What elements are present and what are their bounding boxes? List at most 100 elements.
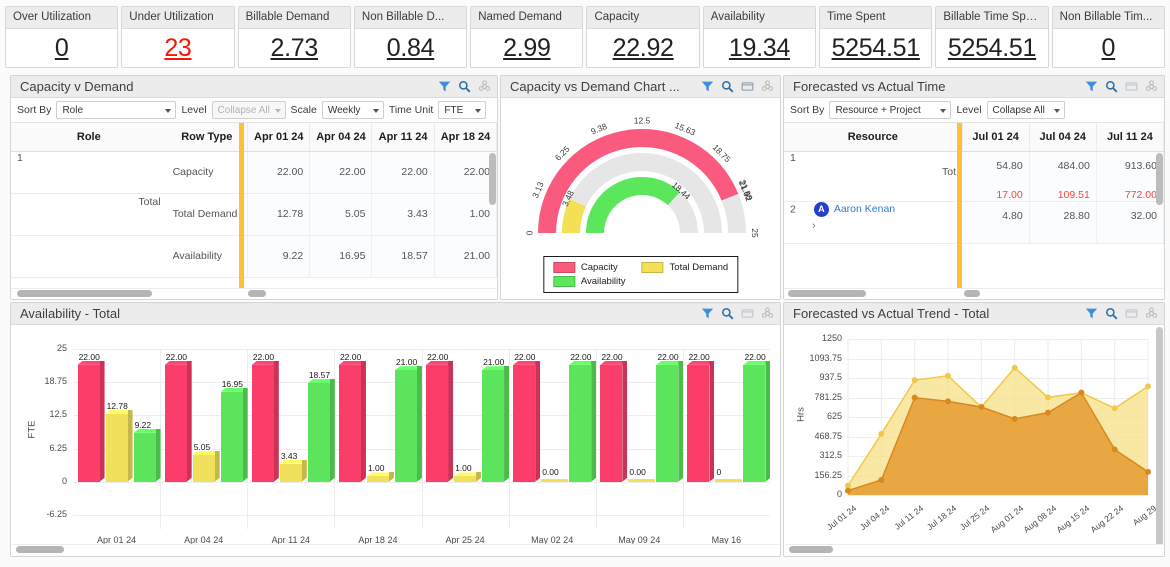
bar[interactable] xyxy=(106,410,133,482)
filter-icon[interactable] xyxy=(1085,80,1098,93)
bar[interactable] xyxy=(367,472,394,481)
column-header[interactable]: Apr 04 24 xyxy=(310,123,372,151)
legend-item[interactable]: Total Demand xyxy=(642,262,729,273)
kpi-value[interactable]: 5254.51 xyxy=(832,36,920,61)
column-header[interactable]: Role xyxy=(11,123,167,151)
column-header[interactable]: Apr 18 24 xyxy=(434,123,496,151)
search-icon[interactable] xyxy=(721,80,734,93)
bar[interactable] xyxy=(252,361,279,482)
data-point[interactable] xyxy=(1112,446,1118,452)
kpi-value[interactable]: 0 xyxy=(1102,36,1116,61)
chart-horizontal-scrollbar[interactable] xyxy=(12,544,779,555)
table-row[interactable]: 1Capacity22.0022.0022.0022.00 xyxy=(11,151,497,193)
data-point[interactable] xyxy=(845,488,851,494)
time-unit-select[interactable]: FTE xyxy=(438,101,486,119)
table-row[interactable]: TotalTotal Demand12.785.053.431.00 xyxy=(11,193,497,235)
bar[interactable] xyxy=(339,361,366,482)
maximize-icon[interactable] xyxy=(1125,307,1138,320)
data-point[interactable] xyxy=(878,477,884,483)
bar[interactable] xyxy=(600,361,627,482)
kpi-value[interactable]: 22.92 xyxy=(613,36,674,61)
bar[interactable] xyxy=(308,379,335,482)
bar[interactable] xyxy=(687,361,714,482)
filter-icon[interactable] xyxy=(701,80,714,93)
filter-icon[interactable] xyxy=(438,80,451,93)
column-header[interactable]: Row Type xyxy=(167,123,248,151)
kpi-value[interactable]: 5254.51 xyxy=(948,36,1036,61)
bar[interactable] xyxy=(454,472,481,481)
forecast-time-grid[interactable]: ResourceJul 01 24Jul 04 24Jul 11 241Tot5… xyxy=(784,123,1164,299)
column-header[interactable]: Jul 04 24 xyxy=(1029,123,1096,151)
sort-by-select[interactable]: Role xyxy=(56,101,176,119)
kpi-value[interactable]: 23 xyxy=(164,36,191,61)
data-point[interactable] xyxy=(878,431,884,437)
resource-entry[interactable]: AAaron Kenan xyxy=(814,203,895,215)
chart-horizontal-scrollbar[interactable] xyxy=(785,544,1163,555)
column-header[interactable]: Apr 01 24 xyxy=(248,123,310,151)
level-select[interactable]: Collapse All xyxy=(987,101,1065,119)
legend-item[interactable]: Availability xyxy=(553,276,626,287)
column-header[interactable]: Resource xyxy=(784,123,962,151)
table-row[interactable]: 1Tot54.8017.00484.00109.51913.60772.00 xyxy=(784,151,1164,201)
bar[interactable] xyxy=(482,366,509,482)
bar[interactable] xyxy=(395,366,422,482)
bar[interactable] xyxy=(715,479,742,482)
data-point[interactable] xyxy=(912,377,918,383)
data-point[interactable] xyxy=(1145,383,1151,389)
kpi-value[interactable]: 2.99 xyxy=(503,36,550,61)
data-point[interactable] xyxy=(945,398,951,404)
data-point[interactable] xyxy=(1012,365,1018,371)
data-point[interactable] xyxy=(978,404,984,410)
sort-by-select[interactable]: Resource + Project xyxy=(829,101,951,119)
scroll-thumb-left[interactable] xyxy=(17,290,152,297)
bar[interactable] xyxy=(628,479,655,482)
filter-icon[interactable] xyxy=(1085,307,1098,320)
data-point[interactable] xyxy=(1145,469,1151,475)
data-point[interactable] xyxy=(1045,394,1051,400)
settings-icon[interactable] xyxy=(1145,307,1158,320)
grid-horizontal-scrollbar[interactable] xyxy=(784,288,1164,299)
bar[interactable] xyxy=(541,479,568,482)
scroll-thumb[interactable] xyxy=(789,546,833,553)
grid-vertical-scrollbar[interactable] xyxy=(1156,153,1163,205)
bar[interactable] xyxy=(569,361,596,482)
legend-item[interactable]: Capacity xyxy=(553,262,626,273)
filter-icon[interactable] xyxy=(701,307,714,320)
kpi-value[interactable]: 19.34 xyxy=(729,36,790,61)
search-icon[interactable] xyxy=(721,307,734,320)
data-point[interactable] xyxy=(1078,390,1084,396)
search-icon[interactable] xyxy=(1105,80,1118,93)
resource-name-link[interactable]: Aaron Kenan xyxy=(834,203,895,215)
table-row[interactable]: 2AAaron Kenan›4.8028.8032.00 xyxy=(784,201,1164,243)
data-point[interactable] xyxy=(1012,416,1018,422)
settings-icon[interactable] xyxy=(1145,80,1158,93)
data-point[interactable] xyxy=(1112,405,1118,411)
scroll-thumb-right[interactable] xyxy=(964,290,980,297)
settings-icon[interactable] xyxy=(761,80,774,93)
column-header[interactable]: Jul 11 24 xyxy=(1096,123,1163,151)
scale-select[interactable]: Weekly xyxy=(322,101,384,119)
level-select[interactable]: Collapse All xyxy=(212,101,286,119)
column-header[interactable]: Apr 11 24 xyxy=(372,123,434,151)
bar[interactable] xyxy=(656,361,683,482)
grid-vertical-scrollbar[interactable] xyxy=(489,153,496,205)
column-freeze-divider[interactable] xyxy=(957,123,962,299)
settings-icon[interactable] xyxy=(761,307,774,320)
kpi-value[interactable]: 0 xyxy=(55,36,69,61)
scroll-thumb[interactable] xyxy=(16,546,64,553)
bar[interactable] xyxy=(513,361,540,482)
scroll-thumb-left[interactable] xyxy=(788,290,866,297)
maximize-icon[interactable] xyxy=(741,307,754,320)
bar[interactable] xyxy=(134,429,161,482)
bar[interactable] xyxy=(221,388,248,482)
maximize-icon[interactable] xyxy=(741,80,754,93)
column-freeze-divider[interactable] xyxy=(239,123,244,299)
bar[interactable] xyxy=(426,361,453,482)
bar[interactable] xyxy=(743,361,770,482)
expand-chevron-icon[interactable]: › xyxy=(790,220,956,232)
settings-icon[interactable] xyxy=(478,80,491,93)
data-point[interactable] xyxy=(1045,410,1051,416)
kpi-value[interactable]: 0.84 xyxy=(387,36,434,61)
search-icon[interactable] xyxy=(458,80,471,93)
bar[interactable] xyxy=(193,451,220,482)
